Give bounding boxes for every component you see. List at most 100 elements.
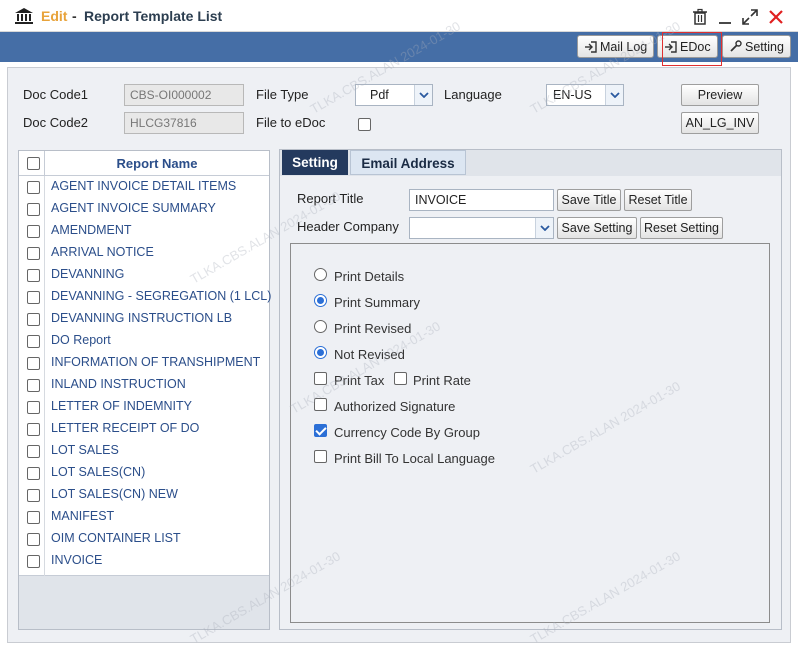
list-item[interactable]: INFORMATION OF TRANSHIPMENT: [19, 352, 269, 374]
report-title-label: Report Title: [297, 191, 364, 206]
print-revised-radio[interactable]: [314, 320, 327, 333]
report-name: DO Report: [51, 333, 111, 347]
row-checkbox[interactable]: [27, 555, 40, 568]
row-checkbox[interactable]: [27, 357, 40, 370]
list-item[interactable]: AGENT INVOICE SUMMARY: [19, 198, 269, 220]
list-item[interactable]: DEVANNING INSTRUCTION LB: [19, 308, 269, 330]
close-icon[interactable]: [767, 8, 785, 26]
file-type-select[interactable]: Pdf: [355, 84, 433, 106]
file-type-label: File Type: [256, 87, 309, 102]
report-title-input[interactable]: INVOICE: [409, 189, 554, 211]
report-name: LETTER RECEIPT OF DO: [51, 421, 200, 435]
row-checkbox[interactable]: [27, 203, 40, 216]
not-revised-radio[interactable]: [314, 346, 327, 359]
doc-code2-field[interactable]: HLCG37816: [124, 112, 244, 134]
doc-code1-field[interactable]: CBS-OI000002: [124, 84, 244, 106]
report-name: INLAND INSTRUCTION: [51, 377, 186, 391]
report-name-column-header[interactable]: Report Name: [44, 151, 269, 176]
row-checkbox[interactable]: [27, 291, 40, 304]
list-item[interactable]: LOT SALES: [19, 440, 269, 462]
doc-code1-label: Doc Code1: [23, 87, 89, 102]
header-company-select[interactable]: [409, 217, 554, 239]
reset-setting-button[interactable]: Reset Setting: [640, 217, 723, 239]
list-item[interactable]: AMENDMENT: [19, 220, 269, 242]
row-checkbox[interactable]: [27, 181, 40, 194]
row-checkbox[interactable]: [27, 511, 40, 524]
row-checkbox[interactable]: [27, 313, 40, 326]
print-tax-checkbox[interactable]: [314, 372, 327, 385]
row-checkbox[interactable]: [27, 247, 40, 260]
maximize-icon[interactable]: [741, 8, 759, 26]
row-checkbox[interactable]: [27, 379, 40, 392]
row-checkbox[interactable]: [27, 401, 40, 414]
list-item[interactable]: INVOICE: [19, 550, 269, 572]
row-checkbox[interactable]: [27, 335, 40, 348]
save-title-button[interactable]: Save Title: [557, 189, 621, 211]
report-name: LOT SALES(CN): [51, 465, 146, 479]
print-bill-local-language-checkbox[interactable]: [314, 450, 327, 463]
file-to-edoc-checkbox[interactable]: [358, 118, 371, 131]
report-name: AMENDMENT: [51, 223, 132, 237]
setting-button[interactable]: Setting: [722, 35, 791, 58]
report-name: AGENT INVOICE SUMMARY: [51, 201, 216, 215]
row-checkbox[interactable]: [27, 269, 40, 282]
list-item[interactable]: DEVANNING - SEGREGATION (1 LCL): [19, 286, 272, 308]
wrench-icon: [730, 40, 742, 52]
row-checkbox[interactable]: [27, 423, 40, 436]
currency-code-by-group-label: Currency Code By Group: [334, 425, 480, 440]
column-divider: [44, 176, 45, 576]
mail-log-button[interactable]: Mail Log: [577, 35, 655, 58]
chevron-down-icon: [535, 218, 553, 238]
header-company-label: Header Company: [297, 219, 399, 234]
print-summary-label: Print Summary: [334, 295, 420, 310]
list-item[interactable]: INLAND INSTRUCTION: [19, 374, 269, 396]
report-name: DEVANNING - SEGREGATION (1 LCL): [51, 289, 272, 303]
report-name: DEVANNING: [51, 267, 125, 281]
list-item[interactable]: ARRIVAL NOTICE: [19, 242, 269, 264]
report-name: LOT SALES: [51, 443, 119, 457]
select-all-checkbox[interactable]: [27, 157, 40, 170]
print-summary-radio[interactable]: [314, 294, 327, 307]
tab-email-address[interactable]: Email Address: [350, 150, 466, 175]
list-item[interactable]: MANIFEST: [19, 506, 269, 528]
row-checkbox[interactable]: [27, 225, 40, 238]
setting-label: Setting: [745, 39, 784, 54]
list-item[interactable]: AGENT INVOICE DETAIL ITEMS: [19, 176, 269, 198]
report-name: MANIFEST: [51, 509, 115, 523]
currency-code-by-group-checkbox[interactable]: [314, 424, 327, 437]
list-item[interactable]: DO Report: [19, 330, 269, 352]
list-item[interactable]: LOT SALES(CN) NEW: [19, 484, 269, 506]
row-checkbox[interactable]: [27, 489, 40, 502]
reset-title-button[interactable]: Reset Title: [624, 189, 692, 211]
trash-icon[interactable]: [691, 8, 709, 26]
row-checkbox[interactable]: [27, 467, 40, 480]
print-rate-checkbox[interactable]: [394, 372, 407, 385]
save-setting-button[interactable]: Save Setting: [557, 217, 637, 239]
row-checkbox[interactable]: [27, 533, 40, 546]
report-name: ARRIVAL NOTICE: [51, 245, 154, 259]
authorized-signature-checkbox[interactable]: [314, 398, 327, 411]
list-item[interactable]: OIM CONTAINER LIST: [19, 528, 269, 550]
list-item[interactable]: DEVANNING: [19, 264, 269, 286]
edoc-button[interactable]: EDoc: [657, 35, 718, 58]
bank-icon: [15, 8, 33, 24]
language-select[interactable]: EN-US: [546, 84, 624, 106]
mail-log-label: Mail Log: [600, 39, 648, 54]
list-item[interactable]: LETTER OF INDEMNITY: [19, 396, 269, 418]
print-details-radio[interactable]: [314, 268, 327, 281]
list-item[interactable]: LETTER RECEIPT OF DO: [19, 418, 269, 440]
report-list-panel: Report Name AGENT INVOICE DETAIL ITEMS A…: [18, 150, 272, 630]
language-value: EN-US: [553, 88, 592, 102]
tab-setting[interactable]: Setting: [282, 150, 348, 175]
title-separator: -: [72, 8, 77, 24]
setting-tab-content: Report Title INVOICE Save Title Reset Ti…: [280, 176, 781, 629]
template-code-button[interactable]: AN_LG_INV: [681, 112, 759, 134]
list-item[interactable]: LOT SALES(CN): [19, 462, 269, 484]
title-bar: Edit - Report Template List: [0, 0, 798, 32]
settings-tab-panel: Setting Email Address Report Title INVOI…: [279, 149, 782, 630]
print-details-label: Print Details: [334, 269, 405, 284]
row-checkbox[interactable]: [27, 445, 40, 458]
print-bill-local-language-label: Print Bill To Local Language: [334, 451, 495, 466]
preview-button[interactable]: Preview: [681, 84, 759, 106]
minimize-icon[interactable]: [716, 8, 734, 26]
